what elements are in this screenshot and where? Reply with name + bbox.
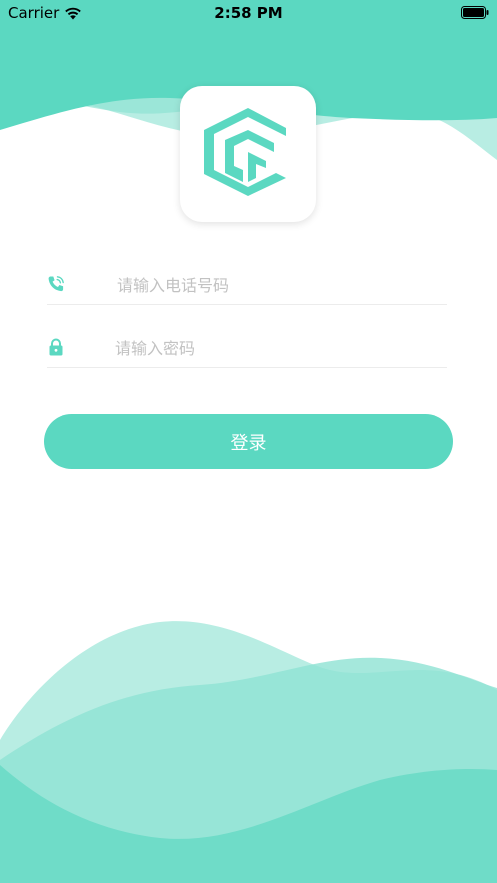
app-logo xyxy=(180,86,316,222)
app-logo-icon xyxy=(204,108,286,196)
login-button[interactable]: 登录 xyxy=(44,414,453,469)
password-input[interactable] xyxy=(113,333,437,363)
bottom-wave-background xyxy=(0,621,497,883)
phone-input[interactable] xyxy=(115,270,439,300)
status-time: 2:58 PM xyxy=(214,4,283,22)
password-field-row xyxy=(47,327,447,368)
phone-field-row xyxy=(47,264,447,305)
phone-icon xyxy=(48,276,64,292)
lock-icon xyxy=(49,338,63,356)
status-bar: Carrier 2:58 PM xyxy=(0,0,497,26)
battery-icon xyxy=(461,6,489,19)
